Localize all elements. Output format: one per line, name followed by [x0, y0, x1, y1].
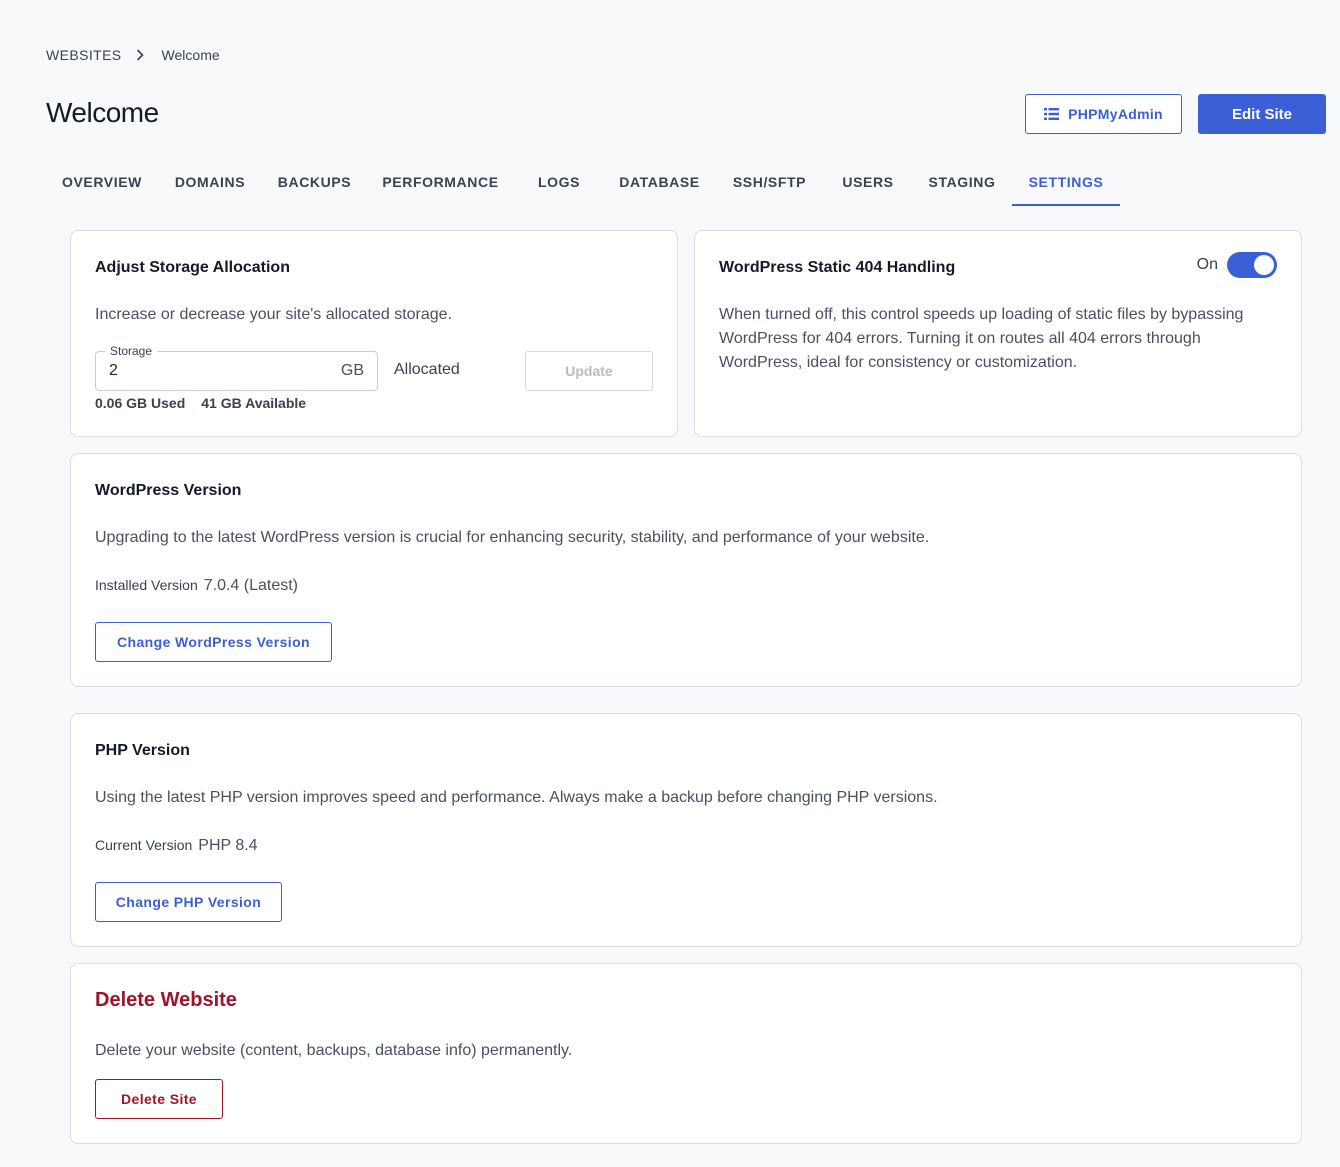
tab-ssh-sftp[interactable]: SSH/SFTP: [715, 160, 824, 206]
phpmyadmin-button[interactable]: PHPMyAdmin: [1025, 94, 1182, 134]
change-wordpress-version-button[interactable]: Change WordPress Version: [95, 622, 332, 662]
allocated-label: Allocated: [394, 361, 460, 378]
page-title: Welcome: [46, 97, 159, 128]
delete-site-button[interactable]: Delete Site: [95, 1079, 223, 1119]
phpmyadmin-label: PHPMyAdmin: [1068, 106, 1163, 122]
tab-database[interactable]: DATABASE: [604, 160, 715, 206]
tab-overview[interactable]: OVERVIEW: [46, 160, 158, 206]
installed-version-row: Installed Version 7.0.4 (Latest): [95, 577, 298, 595]
breadcrumb: WEBSITES Welcome: [46, 47, 220, 63]
chevron-right-icon: [136, 49, 144, 61]
storage-used: 0.06 GB Used: [95, 395, 186, 411]
tab-performance[interactable]: PERFORMANCE: [367, 160, 514, 206]
database-list-icon: [1044, 108, 1060, 120]
tab-users[interactable]: USERS: [824, 160, 912, 206]
current-version-row: Current Version PHP 8.4: [95, 837, 258, 855]
static-404-card: WordPress Static 404 Handling On When tu…: [694, 230, 1302, 437]
storage-input[interactable]: Storage 2 GB: [95, 344, 378, 391]
breadcrumb-websites-link[interactable]: WEBSITES: [46, 47, 122, 63]
tab-domains[interactable]: DOMAINS: [158, 160, 262, 206]
installed-version-value: 7.0.4 (Latest): [203, 577, 299, 594]
wordpress-version-card: WordPress Version Upgrading to the lates…: [70, 453, 1302, 687]
static-404-toggle[interactable]: [1227, 252, 1277, 278]
storage-title: Adjust Storage Allocation: [95, 259, 290, 276]
delete-website-title: Delete Website: [95, 989, 237, 1011]
storage-unit: GB: [340, 362, 364, 379]
tab-backups[interactable]: BACKUPS: [262, 160, 367, 206]
current-version-label: Current Version: [95, 837, 193, 853]
update-button[interactable]: Update: [525, 351, 653, 391]
toggle-state-label: On: [1196, 256, 1218, 273]
delete-website-card: Delete Website Delete your website (cont…: [70, 963, 1302, 1144]
change-php-version-button[interactable]: Change PHP Version: [95, 882, 282, 922]
wordpress-version-title: WordPress Version: [95, 482, 242, 499]
toggle-knob: [1254, 255, 1274, 275]
php-version-card: PHP Version Using the latest PHP version…: [70, 713, 1302, 947]
storage-value[interactable]: 2: [109, 362, 118, 380]
static-404-title: WordPress Static 404 Handling: [719, 259, 956, 276]
tab-logs[interactable]: LOGS: [514, 160, 604, 206]
php-version-description: Using the latest PHP version improves sp…: [95, 789, 938, 806]
storage-description: Increase or decrease your site's allocat…: [95, 306, 453, 323]
php-version-title: PHP Version: [95, 742, 190, 759]
storage-usage: 0.06 GB Used 41 GB Available: [95, 395, 306, 411]
delete-website-description: Delete your website (content, backups, d…: [95, 1042, 573, 1059]
wordpress-version-description: Upgrading to the latest WordPress versio…: [95, 529, 930, 546]
storage-card: Adjust Storage Allocation Increase or de…: [70, 230, 678, 437]
installed-version-label: Installed Version: [95, 577, 198, 593]
breadcrumb-current: Welcome: [161, 47, 220, 63]
tab-settings[interactable]: SETTINGS: [1012, 160, 1120, 206]
current-version-value: PHP 8.4: [198, 837, 258, 854]
static-404-toggle-group: On: [1197, 252, 1277, 278]
storage-field-label: Storage: [105, 344, 158, 358]
tab-staging[interactable]: STAGING: [912, 160, 1012, 206]
edit-site-button[interactable]: Edit Site: [1198, 94, 1326, 134]
storage-available: 41 GB Available: [201, 395, 307, 411]
static-404-description: When turned off, this control speeds up …: [719, 306, 1244, 371]
